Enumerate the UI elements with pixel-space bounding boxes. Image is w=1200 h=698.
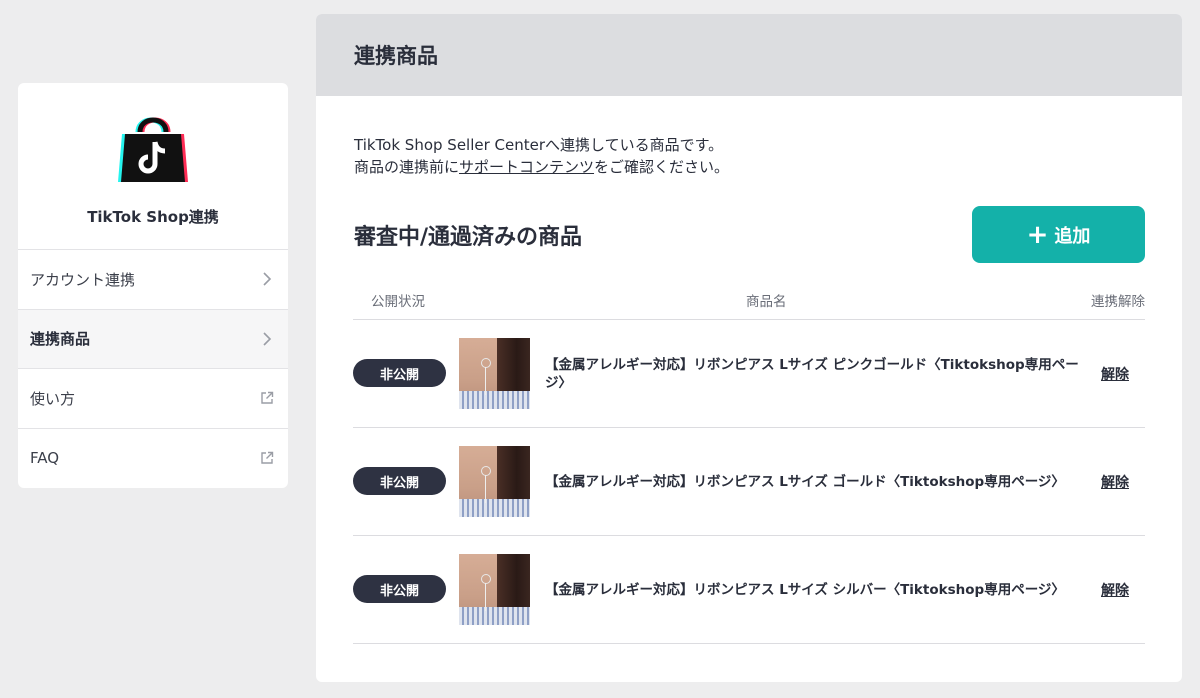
sidebar-item-label: 連携商品	[30, 330, 91, 349]
sidebar-item-label: 使い方	[30, 389, 76, 408]
product-name: 【金属アレルギー対応】リボンピアス Lサイズ ゴールド〈Tiktokshop専用…	[545, 474, 1065, 490]
external-link-icon	[261, 392, 274, 404]
add-button-label: 追加	[1054, 225, 1091, 247]
sidebar-item-label: FAQ	[30, 449, 60, 468]
chevron-right-icon	[263, 272, 272, 286]
sidebar-item-faq[interactable]: FAQ	[18, 429, 288, 489]
table-header: 公開状況 商品名 連携解除	[353, 284, 1145, 320]
product-name: 【金属アレルギー対応】リボンピアス Lサイズ シルバー〈Tiktokshop専用…	[545, 582, 1065, 598]
sidebar-header: TikTok Shop連携	[18, 83, 288, 250]
products-table: 公開状況 商品名 連携解除 非公開 【金属アレルギー対応】リボンピアス Lサイズ…	[353, 284, 1145, 644]
table-row: 非公開 【金属アレルギー対応】リボンピアス Lサイズ ピンクゴールド〈Tikto…	[353, 320, 1145, 428]
description-prefix: 商品の連携前に	[354, 158, 460, 176]
tiktok-shop-logo-icon	[118, 117, 188, 182]
column-header-unlink: 連携解除	[1091, 294, 1145, 310]
sidebar-title: TikTok Shop連携	[87, 208, 219, 226]
section-title: 審査中/通過済みの商品	[354, 225, 583, 250]
page-description: TikTok Shop Seller Centerへ連携している商品です。 商品…	[354, 134, 729, 178]
description-suffix: をご確認ください。	[594, 158, 730, 176]
product-thumbnail[interactable]	[459, 554, 530, 625]
sidebar-item-how-to-use[interactable]: 使い方	[18, 369, 288, 429]
add-product-button[interactable]: + 追加	[972, 206, 1145, 263]
support-content-link[interactable]: サポートコンテンツ	[459, 158, 594, 176]
description-line-1: TikTok Shop Seller Centerへ連携している商品です。	[354, 136, 724, 154]
product-name: 【金属アレルギー対応】リボンピアス Lサイズ ピンクゴールド〈Tiktoksho…	[545, 357, 1079, 391]
status-badge: 非公開	[353, 467, 446, 495]
product-thumbnail[interactable]	[459, 446, 530, 517]
table-row: 非公開 【金属アレルギー対応】リボンピアス Lサイズ ゴールド〈Tiktoksh…	[353, 428, 1145, 536]
main-panel: 連携商品 TikTok Shop Seller Centerへ連携している商品で…	[316, 14, 1182, 682]
table-row: 非公開 【金属アレルギー対応】リボンピアス Lサイズ シルバー〈Tiktoksh…	[353, 536, 1145, 644]
sidebar-item-linked-products[interactable]: 連携商品	[18, 309, 288, 369]
unlink-button[interactable]: 解除	[1101, 580, 1129, 600]
sidebar: TikTok Shop連携 アカウント連携 連携商品 使い方 FAQ	[18, 83, 288, 488]
external-link-icon	[261, 452, 274, 464]
chevron-right-icon	[263, 332, 272, 346]
product-thumbnail[interactable]	[459, 338, 530, 409]
sidebar-item-label: アカウント連携	[30, 270, 136, 289]
column-header-status: 公開状況	[371, 294, 425, 310]
column-header-name: 商品名	[746, 294, 787, 310]
unlink-button[interactable]: 解除	[1101, 364, 1129, 384]
page-title: 連携商品	[316, 14, 1182, 96]
sidebar-item-account-link[interactable]: アカウント連携	[18, 250, 288, 310]
description-line-2: 商品の連携前にサポートコンテンツをご確認ください。	[354, 156, 729, 178]
status-badge: 非公開	[353, 359, 446, 387]
plus-icon: +	[1026, 219, 1049, 250]
unlink-button[interactable]: 解除	[1101, 472, 1129, 492]
status-badge: 非公開	[353, 575, 446, 603]
